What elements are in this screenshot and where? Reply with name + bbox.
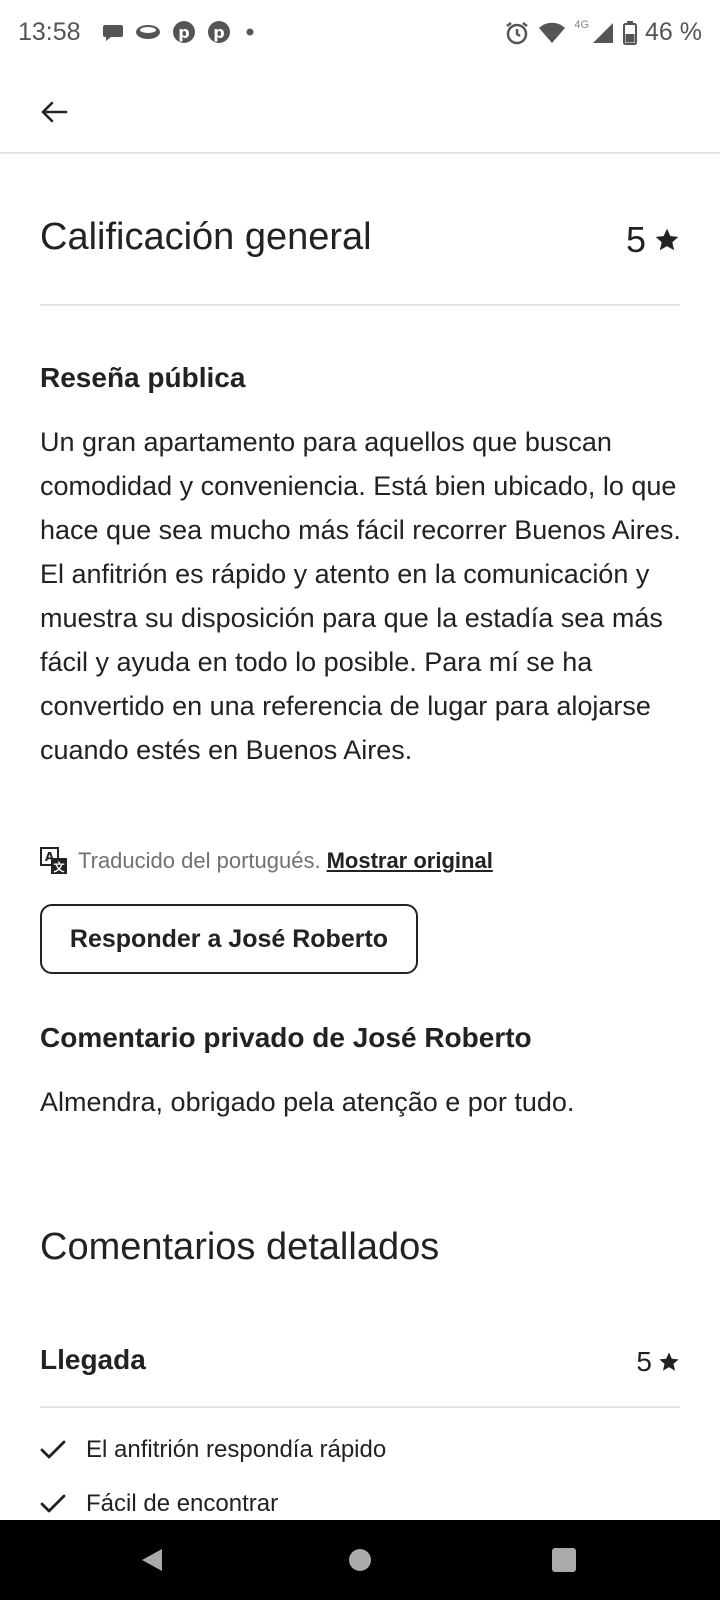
back-button[interactable] <box>30 88 78 136</box>
pinterest-icon: p <box>208 21 230 43</box>
alarm-icon <box>506 21 529 44</box>
circle-home-icon <box>349 1549 371 1571</box>
nav-recents-button[interactable] <box>544 1540 584 1580</box>
status-bar: 13:58 p p 4G 46 % <box>0 0 720 68</box>
divider <box>40 304 680 306</box>
overall-score: 5 <box>626 219 680 261</box>
detailed-comments-title: Comentarios detallados <box>40 1226 440 1268</box>
check-item-text: Fácil de encontrar <box>86 1490 279 1517</box>
check-item: El anfitrión respondía rápido <box>40 1436 386 1464</box>
translate-icon: A文 <box>40 847 67 874</box>
square-recents-icon <box>552 1548 576 1572</box>
battery-icon <box>623 20 638 45</box>
notification-icons: p p <box>102 20 258 44</box>
status-right: 4G 46 % <box>504 18 702 47</box>
status-time: 13:58 <box>18 18 81 46</box>
cloud-icon <box>136 25 160 39</box>
public-review-text: Un gran apartamento para aquellos que bu… <box>40 427 681 765</box>
dot-icon <box>246 28 254 36</box>
overall-score-value: 5 <box>625 219 646 260</box>
wifi-icon <box>539 22 566 43</box>
checkmark-icon <box>40 1440 66 1459</box>
category-score: 5 <box>636 1346 680 1378</box>
translation-row: A文 Traducido del portugués. Mostrar orig… <box>40 846 493 876</box>
divider <box>40 1406 680 1408</box>
arrow-left-icon <box>41 101 68 123</box>
chat-bubble-icon <box>103 25 123 41</box>
translation-note: Traducido del portugués. <box>78 848 321 873</box>
private-comment-heading: Comentario privado de José Roberto <box>40 1022 532 1053</box>
star-icon <box>655 228 679 251</box>
system-nav-bar <box>0 1520 720 1600</box>
pinterest-icon: p <box>173 21 195 43</box>
network-type: 4G <box>574 18 590 31</box>
svg-text:p: p <box>178 23 189 42</box>
category-row: Llegada 5 <box>40 1344 680 1384</box>
category-name: Llegada <box>40 1344 146 1375</box>
app-header <box>0 68 720 154</box>
triangle-back-icon <box>142 1549 162 1571</box>
checkmark-icon <box>40 1494 66 1513</box>
reply-button[interactable]: Responder a José Roberto <box>40 904 418 974</box>
show-original-link[interactable]: Mostrar original <box>327 848 493 874</box>
svg-text:p: p <box>213 23 224 42</box>
check-item: Fácil de encontrar <box>40 1490 278 1518</box>
battery-percent: 46 % <box>645 18 702 46</box>
category-score-value: 5 <box>636 1346 652 1377</box>
overall-rating: Calificación general 5 <box>40 216 680 266</box>
nav-home-button[interactable] <box>340 1540 380 1580</box>
signal-icon <box>593 22 614 43</box>
private-comment-text: Almendra, obrigado pela atenção e por tu… <box>40 1087 575 1117</box>
overall-title: Calificación general <box>40 216 372 258</box>
check-item-text: El anfitrión respondía rápido <box>86 1436 387 1463</box>
svg-text:文: 文 <box>54 860 66 874</box>
public-review-heading: Reseña pública <box>40 362 246 393</box>
nav-back-button[interactable] <box>132 1540 172 1580</box>
star-icon <box>659 1352 679 1371</box>
